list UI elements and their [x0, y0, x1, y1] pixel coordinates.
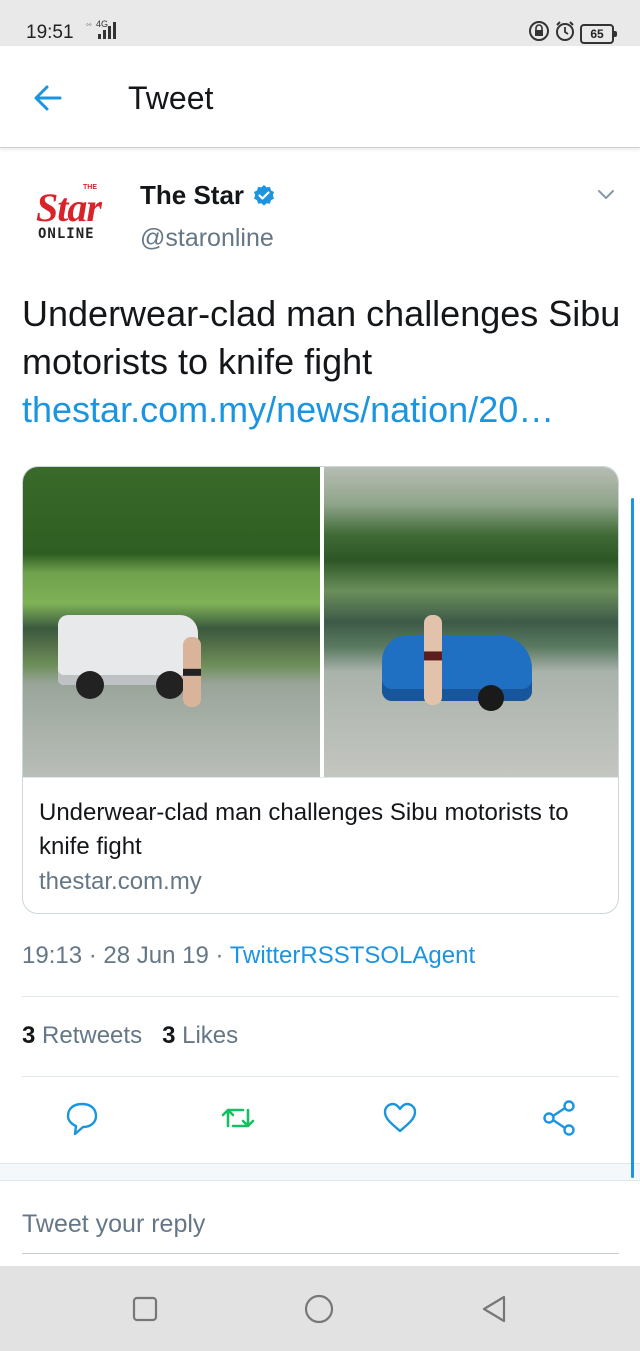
tweet-date: 28 Jun 19 [103, 942, 209, 969]
reply-separator [0, 1163, 640, 1181]
tweet-source-link[interactable]: TwitterRSSTSOLAgent [230, 942, 475, 969]
author-name[interactable]: The Star [140, 180, 244, 211]
reply-input[interactable]: Tweet your reply [22, 1196, 619, 1254]
recent-apps-icon[interactable] [128, 1292, 162, 1326]
reply-icon[interactable] [62, 1096, 102, 1140]
status-bar: 19:51 ◦◦ 4G 65 [0, 0, 640, 46]
card-domain: thestar.com.my [39, 868, 202, 895]
link-card[interactable]: Underwear-clad man challenges Sibu motor… [22, 466, 619, 914]
verified-badge-icon [252, 184, 276, 208]
tweet-body: Underwear-clad man challenges Sibu motor… [22, 293, 621, 382]
avatar-logo-sub: ONLINE [38, 226, 95, 242]
card-media[interactable] [23, 467, 618, 777]
likes-stat[interactable]: 3 Likes [162, 1022, 238, 1049]
arrow-left-icon[interactable] [30, 80, 66, 116]
blue-car [381, 635, 532, 711]
retweets-label: Retweets [42, 1022, 143, 1049]
battery-icon: 65 [580, 23, 617, 44]
back-nav-icon[interactable] [476, 1292, 510, 1326]
card-photo-left [23, 467, 320, 777]
status-time: 19:51 [26, 22, 74, 43]
retweets-stat[interactable]: 3 Retweets [22, 1022, 142, 1049]
tweet-link[interactable]: thestar.com.my/news/nation/20… [22, 386, 622, 434]
divider [22, 1076, 619, 1077]
avatar[interactable]: THE Star ONLINE [26, 176, 116, 266]
like-icon[interactable] [380, 1096, 420, 1140]
likes-label: Likes [182, 1022, 239, 1049]
divider [22, 996, 619, 997]
meta-separator: · [208, 942, 230, 969]
scrollbar[interactable] [631, 498, 634, 1178]
tweet-time: 19:13 [22, 942, 83, 969]
author-handle[interactable]: @staronline [140, 224, 274, 253]
meta-separator: · [82, 942, 104, 969]
card-title: Underwear-clad man challenges Sibu motor… [39, 799, 569, 860]
retweet-icon[interactable] [218, 1096, 258, 1140]
page-title: Tweet [128, 80, 214, 116]
card-body[interactable]: Underwear-clad man challenges Sibu motor… [23, 777, 618, 913]
likes-count: 3 [162, 1022, 176, 1049]
tweet-actions [0, 1096, 640, 1140]
signal-icon: ◦◦ 4G [86, 18, 126, 45]
white-pickup-truck [58, 615, 198, 699]
avatar-logo-main: Star [36, 185, 102, 230]
tweet-stats: 3 Retweets 3 Likes [22, 1022, 238, 1050]
chevron-down-icon[interactable] [594, 182, 618, 206]
tweet-text: Underwear-clad man challenges Sibu motor… [22, 290, 622, 434]
card-photo-right [323, 467, 618, 777]
status-right: 65 [528, 20, 617, 47]
home-icon[interactable] [302, 1292, 336, 1326]
man-figure [423, 615, 442, 705]
tweet-meta: 19:13 · 28 Jun 19 · TwitterRSSTSOLAgent [22, 942, 475, 970]
lock-rotation-icon [528, 20, 550, 47]
author-name-row[interactable]: The Star [140, 180, 276, 211]
system-nav-bar [0, 1266, 640, 1351]
top-app-bar: Tweet [0, 46, 640, 148]
alarm-icon [554, 20, 576, 47]
man-figure [183, 637, 201, 707]
svg-text:◦◦: ◦◦ [86, 20, 92, 29]
share-icon[interactable] [540, 1096, 580, 1140]
retweets-count: 3 [22, 1022, 36, 1049]
network-label: 4G [96, 19, 108, 29]
